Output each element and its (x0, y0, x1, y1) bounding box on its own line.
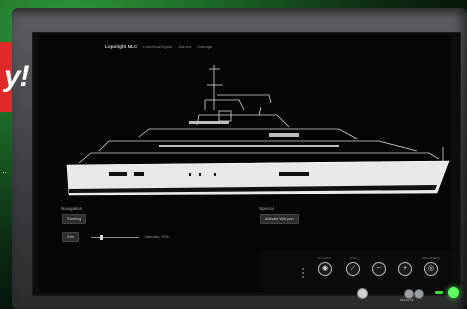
hardware-button-minus[interactable] (404, 289, 414, 299)
monitor-frame: Lopolight NLC Individual lights Alarms M… (12, 8, 467, 309)
plus-icon: + (402, 265, 408, 272)
brightness-icon: ◎ (427, 265, 435, 272)
special-label: Special (259, 206, 274, 211)
activate-icon: ◉ (321, 265, 329, 272)
minus-control[interactable]: − (372, 262, 386, 276)
power-button[interactable] (448, 287, 459, 298)
power-led-icon (435, 291, 443, 294)
minus-icon: − (376, 265, 382, 272)
app-title: Lopolight NLC (105, 44, 138, 49)
main-icon: ⟋ (350, 265, 356, 272)
dim-button[interactable]: Dim (62, 232, 79, 242)
yacht-illustration (66, 65, 450, 196)
tab-alarms[interactable]: Alarms (178, 44, 191, 49)
ellipsis-text: .. (2, 165, 8, 175)
main-control-label: MAIN (349, 256, 357, 260)
intensity-slider-handle[interactable] (99, 235, 103, 240)
dots-indicator (302, 268, 305, 280)
activate-control-label: ACTIVATE (317, 256, 331, 260)
main-control[interactable]: ⟋ (346, 262, 360, 276)
brightness-control[interactable]: ◎ (424, 262, 438, 276)
activate-wet-pan-button[interactable]: Activate Wet pan (260, 214, 299, 224)
hardware-button-plus[interactable] (414, 289, 424, 299)
running-button[interactable]: Running (62, 214, 87, 224)
intensity-slider[interactable] (91, 235, 139, 240)
promo-banner-text: y! (4, 60, 30, 93)
activate-control[interactable]: ◉ (318, 262, 332, 276)
intensity-label: Intensity: 20% (145, 235, 169, 239)
app-screen: Lopolight NLC Individual lights Alarms M… (39, 35, 451, 292)
tab-manage[interactable]: Manage (197, 44, 212, 49)
brightness-control-label: BRIGHTNESS (421, 256, 441, 260)
navigation-label: Navigation (61, 206, 83, 211)
hardware-label: RESOLUTE (400, 299, 414, 302)
tab-individual-lights[interactable]: Individual lights (143, 44, 172, 49)
top-nav: Lopolight NLC Individual lights Alarms M… (105, 44, 212, 49)
hardware-button-left[interactable] (357, 288, 368, 299)
plus-control[interactable]: + (398, 262, 412, 276)
